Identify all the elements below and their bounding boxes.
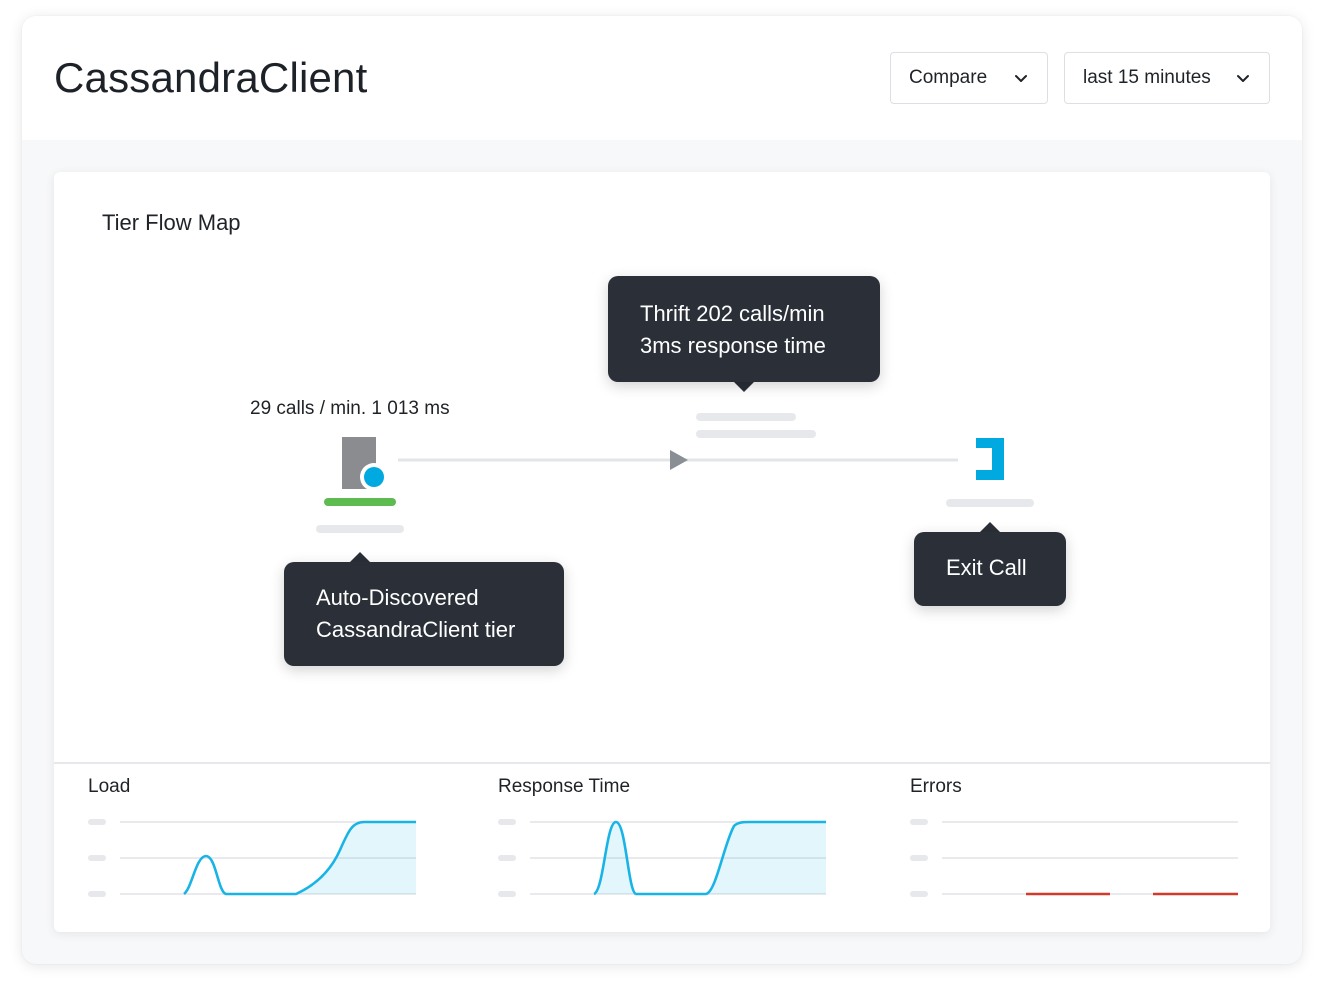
load-metric-title: Load — [88, 776, 131, 797]
placeholder-bar — [696, 430, 816, 438]
tooltip-pointer — [350, 552, 370, 562]
page-title: CassandraClient — [54, 54, 368, 101]
axis-tick-placeholder — [910, 891, 928, 897]
tier-node-icon[interactable] — [342, 437, 388, 491]
thrift-tooltip: Thrift 202 calls/min 3ms response time — [608, 276, 880, 382]
time-range-label: last 15 minutes — [1083, 67, 1211, 88]
exit-call-label: Exit Call — [946, 555, 1027, 580]
placeholder-bar — [316, 525, 404, 533]
errors-metric[interactable]: Errors — [910, 764, 1240, 932]
flow-map-canvas — [316, 382, 1034, 562]
axis-tick-placeholder — [910, 855, 928, 861]
tooltip-pointer — [980, 522, 1000, 532]
axis-tick-placeholder — [88, 855, 106, 861]
thrift-response-text: 3ms response time — [640, 333, 826, 358]
axis-tick-placeholder — [498, 819, 516, 825]
compare-dropdown-label: Compare — [909, 67, 988, 88]
tier-tooltip: Auto-Discovered CassandraClient tier — [284, 562, 564, 666]
axis-tick-placeholder — [88, 819, 106, 825]
response-time-title: Response Time — [498, 776, 631, 797]
exit-call-tooltip: Exit Call — [914, 532, 1066, 606]
errors-sparkline — [910, 819, 1238, 897]
response-time-metric[interactable]: Response Time — [498, 764, 828, 932]
response-time-sparkline — [498, 819, 826, 897]
placeholder-bar — [696, 413, 796, 421]
errors-title: Errors — [910, 776, 962, 797]
tier-tooltip-line1: Auto-Discovered — [316, 585, 479, 610]
load-sparkline — [88, 819, 416, 897]
compare-dropdown[interactable]: Compare — [890, 52, 1048, 104]
tier-flow-card: Tier Flow Map 29 calls / min. 1 013 ms T… — [54, 172, 1270, 932]
axis-tick-placeholder — [498, 855, 516, 861]
tooltip-pointer — [734, 382, 754, 392]
health-bar — [324, 498, 396, 506]
thrift-calls-text: Thrift 202 calls/min — [640, 301, 825, 326]
placeholder-bar — [946, 499, 1034, 507]
time-range-dropdown[interactable]: last 15 minutes — [1064, 52, 1270, 104]
exit-call-icon[interactable] — [976, 438, 1004, 480]
chevron-down-icon — [1015, 75, 1027, 82]
page-header: CassandraClient Compare last 15 minutes — [22, 16, 1302, 140]
flow-arrow-icon — [670, 450, 688, 470]
chevron-down-icon — [1237, 75, 1249, 82]
axis-tick-placeholder — [498, 891, 516, 897]
axis-tick-placeholder — [88, 891, 106, 897]
load-metric[interactable]: Load — [88, 764, 418, 932]
tier-call-stats: 29 calls / min. 1 013 ms — [250, 398, 450, 419]
app-window: CassandraClient Compare last 15 minutes … — [22, 16, 1302, 964]
axis-tick-placeholder — [910, 819, 928, 825]
tier-tooltip-line2: CassandraClient tier — [316, 617, 516, 642]
